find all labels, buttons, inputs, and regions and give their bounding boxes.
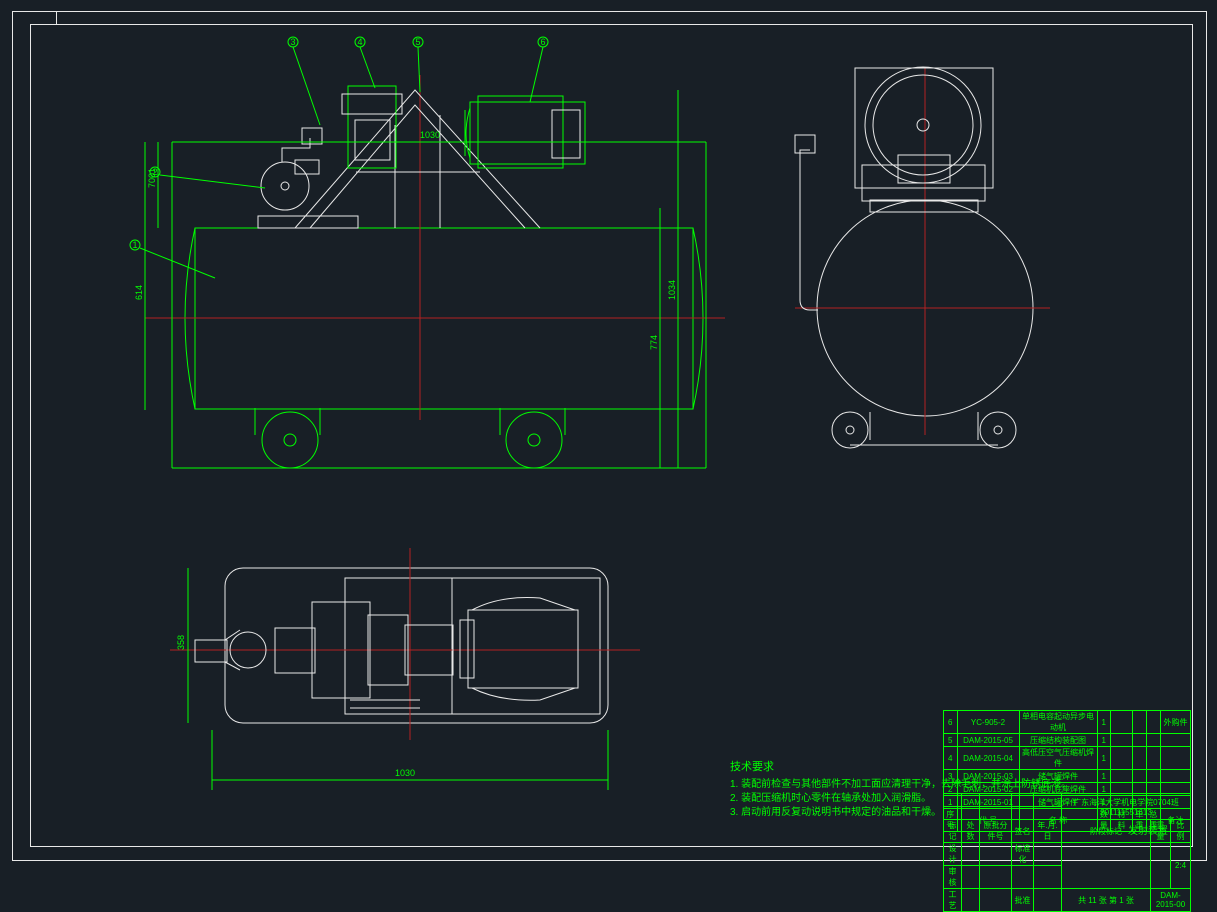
table-row: 4DAM-2015-04高低压空气压缩机焊件1 [944,747,1191,770]
svg-text:1: 1 [132,240,137,250]
dim: 1030 [420,130,440,140]
svg-text:1034: 1034 [667,280,677,300]
title-block: 广东海洋大学机电学院0704班201111551613 标记处数原批分件号签名年… [943,793,1191,912]
svg-text:5: 5 [415,37,420,47]
svg-text:774: 774 [649,335,659,350]
svg-text:614: 614 [134,285,144,300]
svg-text:1030: 1030 [395,768,415,778]
table-row: 3DAM-2015-03储气罐焊件1 [944,770,1191,783]
svg-text:6: 6 [540,37,545,47]
table-row: 5DAM-2015-05压缩结构装配图1 [944,734,1191,747]
product-name: 发射装置 [1128,822,1168,837]
svg-text:3: 3 [290,37,295,47]
svg-text:4: 4 [357,37,362,47]
svg-text:358: 358 [176,635,186,650]
svg-text:7001: 7001 [147,168,157,188]
table-row: 6YC-905-2单相电容起动异步电动机1外购件 [944,711,1191,734]
